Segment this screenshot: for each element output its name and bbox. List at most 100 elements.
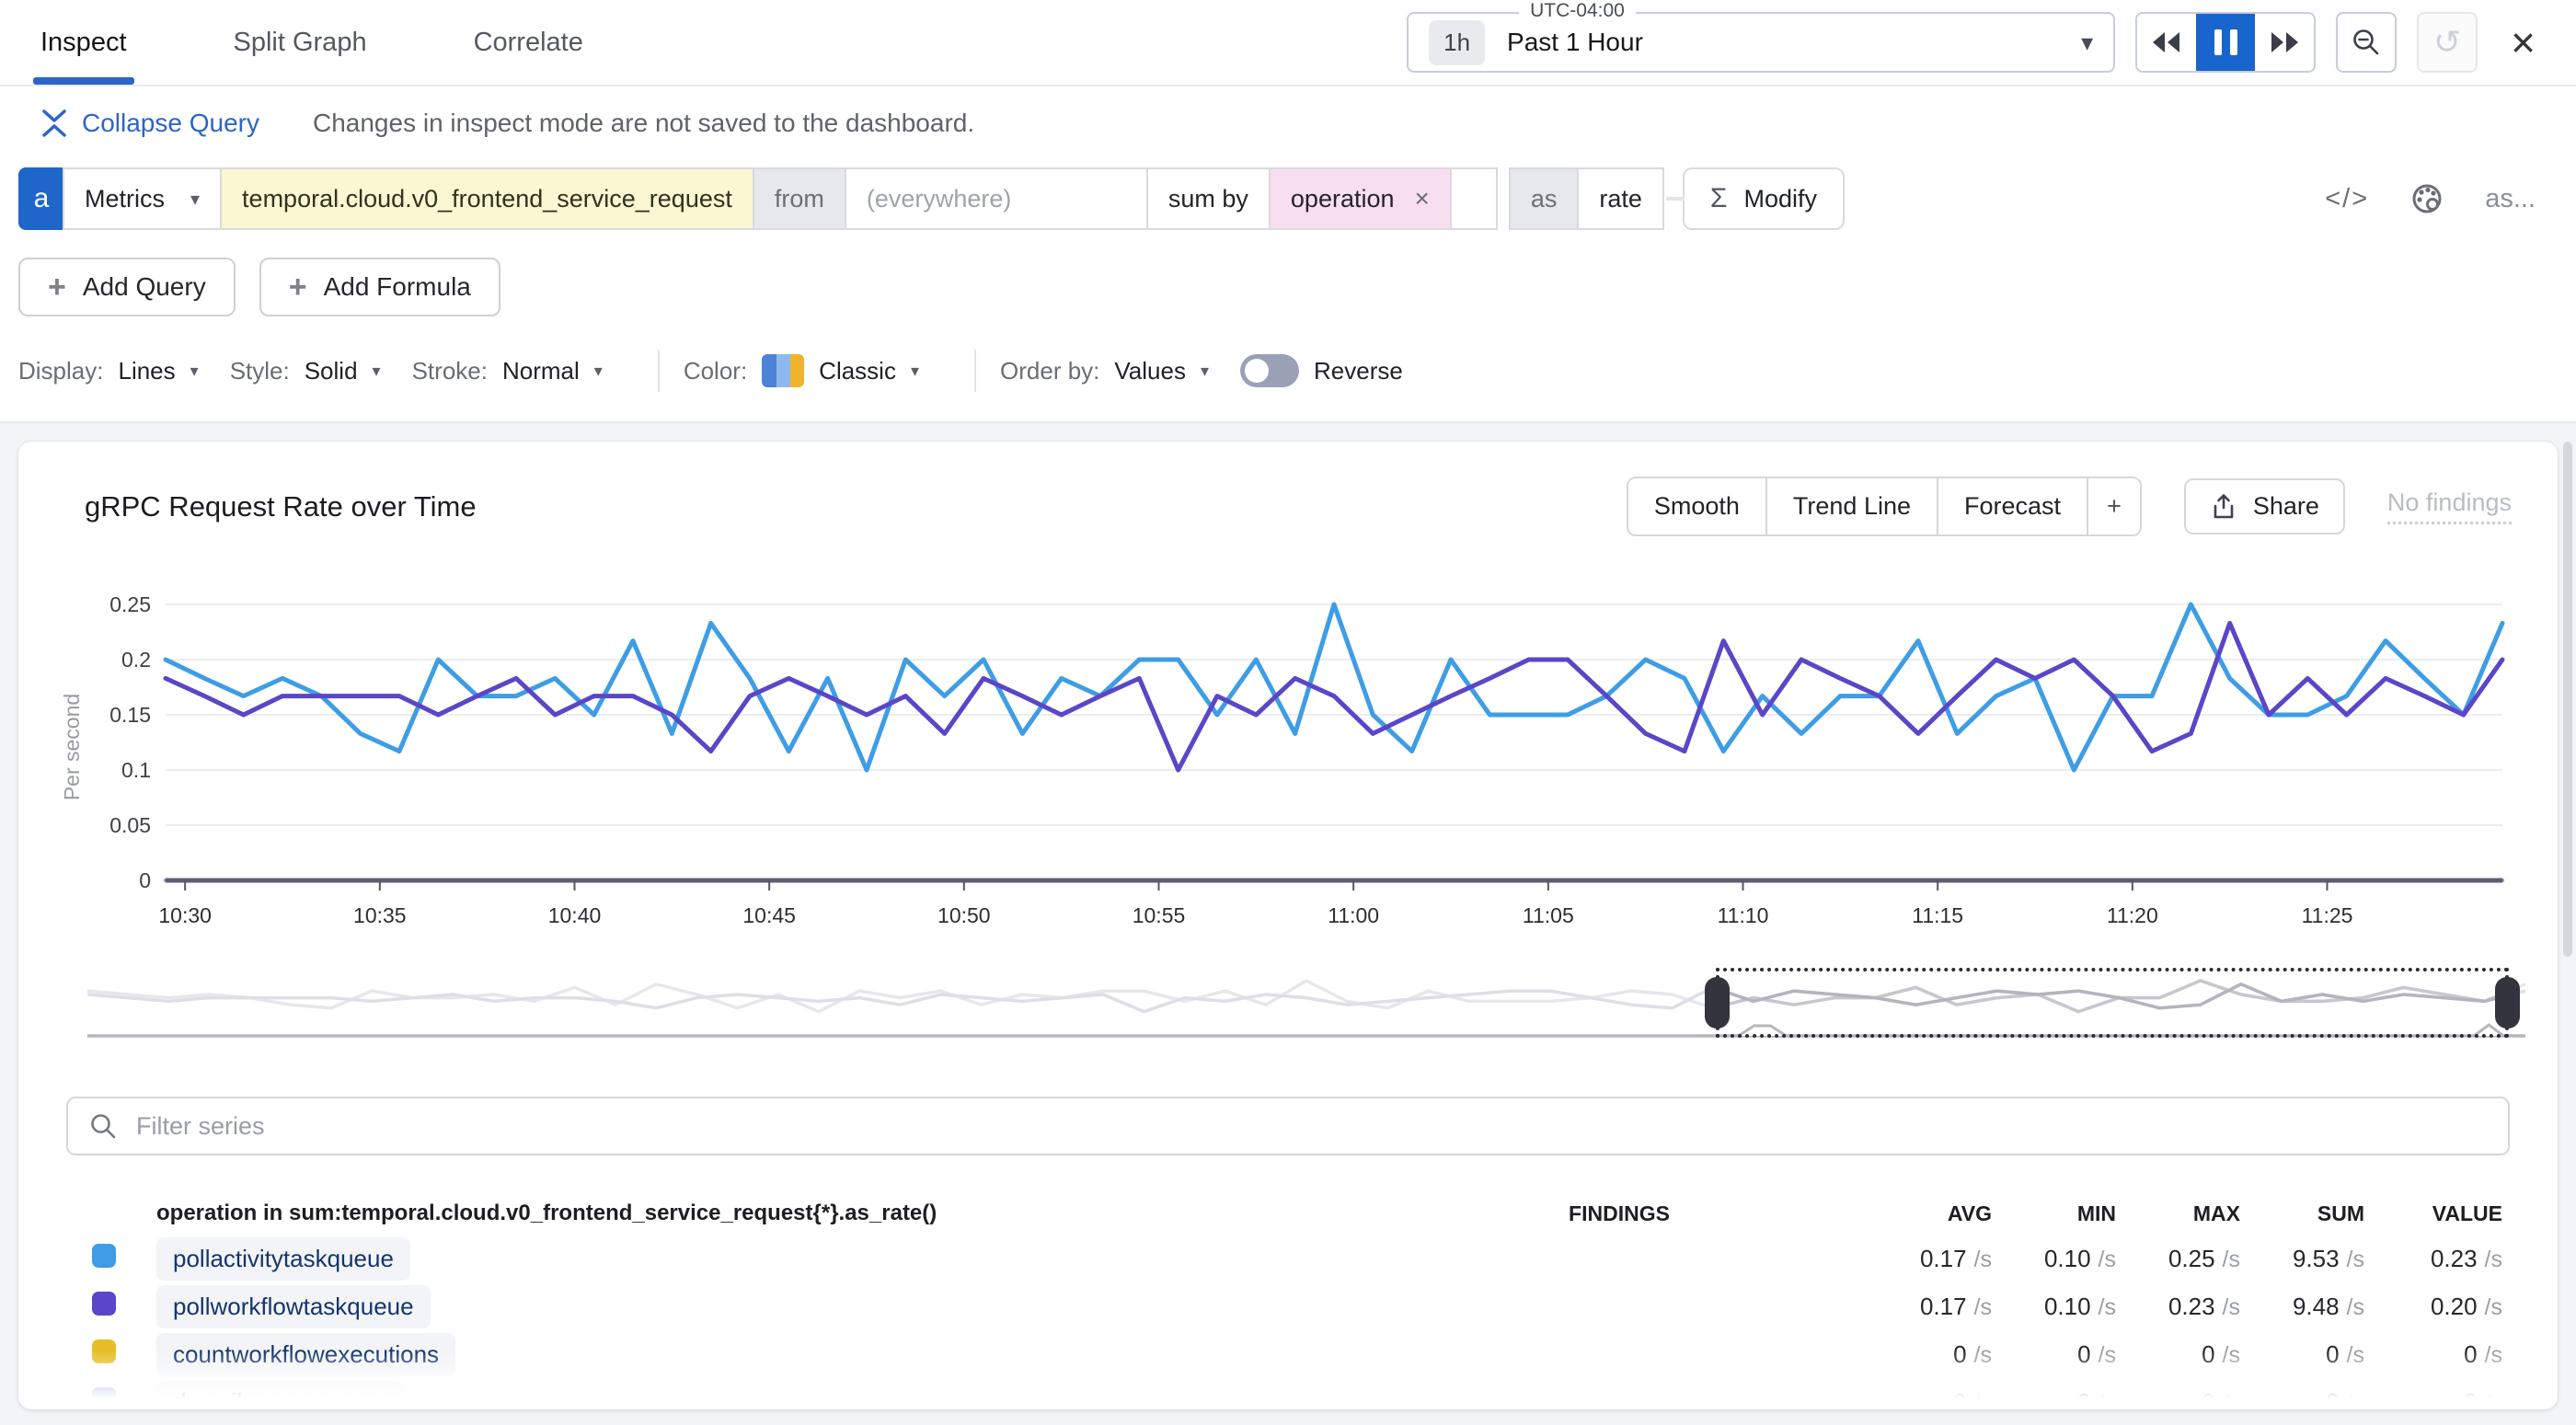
collapse-query-link[interactable]: Collapse Query <box>40 109 259 138</box>
pause-button[interactable] <box>2196 14 2255 71</box>
time-brush-selection[interactable] <box>1716 968 2509 1038</box>
series-color-swatch[interactable] <box>92 1292 116 1316</box>
graph-title: gRPC Request Rate over Time <box>85 490 477 523</box>
display-dropdown[interactable]: Display: Lines ▾ <box>18 357 199 385</box>
query-side-icons: </> as... <box>2325 179 2536 218</box>
close-button[interactable]: × <box>2511 21 2536 63</box>
avg-header[interactable]: AVG <box>1854 1201 1992 1226</box>
order-by-value: Values <box>1114 357 1186 385</box>
plus-icon: + <box>289 271 307 303</box>
avg-cell: 0.17/s <box>1854 1245 1992 1273</box>
findings-header[interactable]: FINDINGS <box>1385 1201 1854 1226</box>
graph-header-actions: Smooth Trend Line Forecast + Share No fi… <box>1627 477 2512 536</box>
metric-name-field[interactable]: temporal.cloud.v0_frontend_service_reque… <box>220 167 754 230</box>
modify-label: Modify <box>1743 185 1817 213</box>
svg-text:0: 0 <box>139 868 151 892</box>
share-button[interactable]: Share <box>2184 478 2345 534</box>
group-by-tag[interactable]: operation × <box>1269 167 1452 230</box>
brush-handle-left[interactable] <box>1705 977 1730 1029</box>
style-label: Style: <box>230 357 290 385</box>
trend-line-button[interactable]: Trend Line <box>1767 478 1938 534</box>
series-expression: operation in sum:temporal.cloud.v0_front… <box>156 1201 1385 1226</box>
add-tool-button[interactable]: + <box>2088 478 2140 534</box>
filter-series-input[interactable] <box>136 1112 2488 1141</box>
sum-cell: 0/s <box>2240 1388 2364 1410</box>
svg-text:11:20: 11:20 <box>2107 903 2158 927</box>
display-label: Display: <box>18 357 103 385</box>
order-by-dropdown[interactable]: Order by: Values ▾ <box>1000 357 1209 385</box>
value-header[interactable]: VALUE <box>2364 1201 2502 1226</box>
min-header[interactable]: MIN <box>1992 1201 2116 1226</box>
svg-text:0.2: 0.2 <box>121 648 151 672</box>
max-cell: 0/s <box>2116 1340 2240 1369</box>
max-header[interactable]: MAX <box>2116 1201 2240 1226</box>
svg-text:11:10: 11:10 <box>1718 903 1769 927</box>
as-more-link[interactable]: as... <box>2485 184 2536 214</box>
smooth-button[interactable]: Smooth <box>1628 478 1767 534</box>
stroke-value: Normal <box>502 357 580 385</box>
add-formula-label: Add Formula <box>324 272 471 302</box>
remove-tag-icon[interactable]: × <box>1415 184 1430 213</box>
forecast-button[interactable]: Forecast <box>1938 478 2088 534</box>
series-color-swatch[interactable] <box>92 1339 116 1363</box>
sum-header[interactable]: SUM <box>2240 1201 2364 1226</box>
add-query-label: Add Query <box>83 272 206 302</box>
collapse-icon <box>40 109 68 138</box>
graph-stage: gRPC Request Rate over Time Smooth Trend… <box>0 423 2576 1425</box>
code-icon[interactable]: </> <box>2325 184 2369 214</box>
zoom-out-button[interactable] <box>2336 12 2397 73</box>
min-cell: 0/s <box>1992 1340 2116 1369</box>
plus-icon: + <box>48 271 66 303</box>
query-letter-badge[interactable]: a <box>18 167 64 230</box>
data-source-select[interactable]: Metrics ▾ <box>63 167 222 230</box>
sum-by-label[interactable]: sum by <box>1146 167 1271 230</box>
scope-filter-text[interactable] <box>867 185 1126 213</box>
timezone-label: UTC-04:00 <box>1519 0 1636 22</box>
scrollbar-thumb[interactable] <box>2563 442 2572 957</box>
time-range-chip: 1h <box>1429 20 1485 65</box>
group-by-add-stub[interactable] <box>1450 167 1498 230</box>
refresh-button[interactable]: ↺ <box>2417 12 2478 73</box>
time-controls: UTC-04:00 1h Past 1 Hour ▾ <box>1407 12 2536 73</box>
svg-text:0.25: 0.25 <box>109 592 151 616</box>
series-name[interactable]: pollworkflowtaskqueue <box>156 1285 431 1328</box>
time-range-selector[interactable]: UTC-04:00 1h Past 1 Hour ▾ <box>1407 12 2115 73</box>
reverse-toggle[interactable] <box>1240 354 1299 387</box>
rate-unit-box[interactable]: rate <box>1577 167 1664 230</box>
series-name[interactable]: countworkflowexecutions <box>156 1333 455 1376</box>
svg-text:0.15: 0.15 <box>109 703 151 727</box>
brush-handle-right[interactable] <box>2495 977 2520 1029</box>
forward-button[interactable] <box>2255 14 2314 71</box>
series-name[interactable]: describenamespace <box>156 1381 404 1410</box>
series-color-swatch[interactable] <box>92 1244 116 1268</box>
add-query-button[interactable]: + Add Query <box>18 258 236 316</box>
stroke-dropdown[interactable]: Stroke: Normal ▾ <box>412 357 603 385</box>
graph-card: gRPC Request Rate over Time Smooth Trend… <box>18 442 2558 1409</box>
series-name[interactable]: pollactivitytaskqueue <box>156 1237 410 1281</box>
overview-chart-area <box>87 964 2525 1049</box>
tab-correlate[interactable]: Correlate <box>474 0 583 85</box>
min-cell: 0/s <box>1992 1388 2116 1410</box>
color-label: Color: <box>684 357 747 385</box>
inspect-mode-message: Changes in inspect mode are not saved to… <box>313 109 974 138</box>
chevron-down-icon: ▾ <box>2081 29 2093 57</box>
tab-split-graph[interactable]: Split Graph <box>234 0 367 85</box>
style-dropdown[interactable]: Style: Solid ▾ <box>230 357 381 385</box>
graph-header: gRPC Request Rate over Time Smooth Trend… <box>18 442 2558 536</box>
divider <box>974 350 976 392</box>
table-row: pollactivitytaskqueue 0.17/s 0.10/s 0.25… <box>92 1235 2502 1282</box>
series-color-swatch[interactable] <box>92 1387 116 1410</box>
stroke-label: Stroke: <box>412 357 488 385</box>
main-chart[interactable]: 00.050.10.150.20.2510:3010:3510:4010:451… <box>55 577 2521 949</box>
add-formula-button[interactable]: + Add Formula <box>259 258 500 316</box>
time-range-label: Past 1 Hour <box>1507 28 1643 57</box>
table-row: countworkflowexecutions 0/s 0/s 0/s 0/s … <box>92 1330 2502 1378</box>
tab-inspect[interactable]: Inspect <box>40 0 127 85</box>
modify-button[interactable]: Σ Modify <box>1683 167 1845 230</box>
scope-filter-input[interactable] <box>845 167 1148 230</box>
svg-text:Per second: Per second <box>60 694 84 800</box>
color-dropdown[interactable]: Color: Classic ▾ <box>684 354 919 387</box>
value-cell: 0.23/s <box>2364 1245 2502 1273</box>
rewind-button[interactable] <box>2137 14 2196 71</box>
palette-icon[interactable] <box>2408 179 2446 218</box>
